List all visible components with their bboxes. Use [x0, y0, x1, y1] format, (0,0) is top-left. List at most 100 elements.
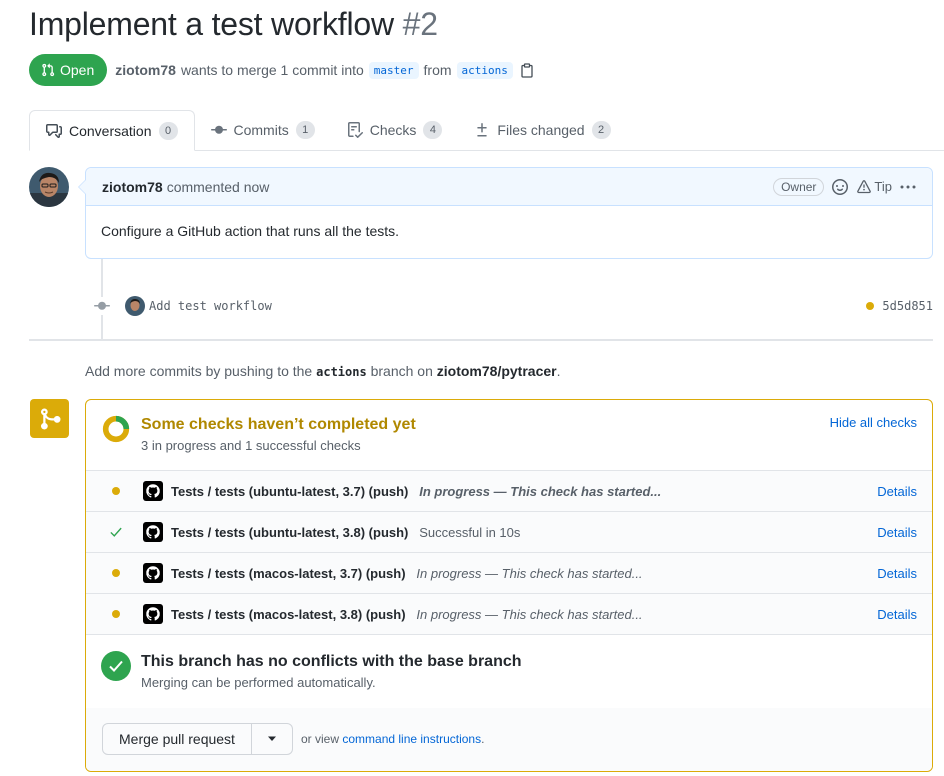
clipboard-icon[interactable]: [521, 62, 533, 78]
check-circle-icon: [101, 651, 131, 681]
check-success-icon: [110, 526, 122, 538]
check-name: Tests / tests (ubuntu-latest, 3.8) (push…: [171, 524, 409, 540]
commit-status: 5d5d851: [866, 299, 933, 313]
head-branch[interactable]: actions: [456, 61, 513, 79]
push-hint-repo[interactable]: ziotom78/pytracer: [437, 363, 557, 379]
cli-period: .: [481, 732, 485, 746]
pr-title-text: Implement a test workflow: [29, 6, 394, 42]
check-item-4: Tests / tests (macos-latest, 3.8) (push)…: [171, 607, 643, 622]
merge-box: Some checks haven’t completed yet 3 in p…: [85, 399, 933, 772]
check-item-2: Tests / tests (ubuntu-latest, 3.8) (push…: [171, 525, 520, 540]
check-details-link[interactable]: Details: [877, 607, 917, 622]
commit-item: Add test workflow 5d5d851: [93, 295, 933, 317]
check-details-link[interactable]: Details: [877, 525, 917, 540]
git-commit-icon: [210, 125, 227, 134]
owner-badge: Owner: [773, 177, 825, 196]
base-branch[interactable]: master: [368, 61, 419, 79]
tab-checks-count: 4: [423, 121, 443, 139]
check-row: Tests / tests (macos-latest, 3.8) (push)…: [86, 594, 932, 635]
tab-commits[interactable]: Commits 1: [195, 110, 331, 150]
tab-files-count: 2: [591, 121, 611, 139]
checklist-icon: [347, 122, 363, 138]
comment-actions: Owner Tip: [773, 177, 916, 196]
merge-button-group: Merge pull request: [102, 723, 293, 755]
timeline-divider: [29, 339, 933, 341]
push-hint-branch: actions: [316, 365, 367, 379]
merge-description: ziotom78 wants to merge 1 commit into ma…: [115, 61, 533, 79]
tab-files-label: Files changed: [497, 122, 585, 138]
checks-title: Some checks haven’t completed yet: [141, 416, 416, 433]
triangle-down-icon: [267, 736, 276, 741]
command-line-instructions-link[interactable]: command line instructions: [342, 732, 481, 746]
tab-commits-label: Commits: [233, 122, 289, 138]
pr-author-link[interactable]: ziotom78: [115, 62, 176, 78]
merge-actions: Merge pull request or view command line …: [86, 708, 932, 771]
git-pull-request-icon: [42, 63, 55, 77]
commit-author-avatar[interactable]: [125, 296, 145, 316]
merge-pull-request-button[interactable]: Merge pull request: [102, 723, 252, 755]
merge-options-dropdown[interactable]: [251, 723, 293, 755]
check-row: Tests / tests (ubuntu-latest, 3.7) (push…: [86, 471, 932, 512]
check-name: Tests / tests (macos-latest, 3.7) (push): [171, 565, 406, 581]
push-hint-middle: branch on: [370, 363, 433, 379]
pr-meta: Open ziotom78 wants to merge 1 commit in…: [29, 54, 533, 86]
check-details-link[interactable]: Details: [877, 484, 917, 499]
commit-sha[interactable]: 5d5d851: [882, 299, 933, 313]
push-hint-suffix: .: [556, 363, 561, 379]
tab-commits-count: 1: [295, 121, 315, 139]
check-description: In progress — This check has started...: [416, 606, 643, 622]
check-details-link[interactable]: Details: [877, 566, 917, 581]
pending-status-icon: [110, 608, 122, 620]
check-name: Tests / tests (macos-latest, 3.8) (push): [171, 606, 406, 622]
check-item-3: Tests / tests (macos-latest, 3.7) (push)…: [171, 566, 643, 581]
tab-checks-label: Checks: [369, 122, 417, 138]
tab-conversation-count: 0: [158, 121, 178, 140]
comment-body: Configure a GitHub action that runs all …: [101, 223, 400, 239]
tab-checks[interactable]: Checks 4: [331, 110, 459, 150]
tab-conversation[interactable]: Conversation 0: [29, 110, 195, 151]
tab-files-changed[interactable]: Files changed 2: [458, 110, 626, 150]
tip-label: Tip: [874, 179, 892, 194]
kebab-menu-icon[interactable]: [900, 179, 916, 195]
pending-status-icon: [110, 567, 122, 579]
git-merge-icon: [30, 399, 69, 438]
check-item-1: Tests / tests (ubuntu-latest, 3.7) (push…: [171, 484, 661, 499]
checks-progress-ring: [102, 415, 130, 443]
check-row: Tests / tests (ubuntu-latest, 3.8) (push…: [86, 512, 932, 553]
github-logo-icon: [143, 522, 163, 542]
commit-message[interactable]: Add test workflow: [149, 299, 272, 313]
check-description: In progress — This check has started...: [419, 483, 662, 499]
hide-all-checks-link[interactable]: Hide all checks: [830, 415, 917, 430]
merge-text: wants to merge 1 commit into: [180, 62, 364, 78]
checks-subtitle: 3 in progress and 1 successful checks: [141, 438, 361, 453]
smiley-icon[interactable]: [832, 178, 849, 195]
checks-summary: Some checks haven’t completed yet 3 in p…: [86, 400, 932, 471]
git-commit-icon: [93, 297, 111, 315]
check-description: Successful in 10s: [419, 524, 521, 540]
push-hint: Add more commits by pushing to the actio…: [85, 363, 560, 379]
author-avatar[interactable]: [29, 167, 69, 207]
state-badge: Open: [29, 54, 108, 86]
cli-instructions: or view command line instructions.: [301, 732, 484, 746]
comment-header: ziotom78 commented now Owner Tip: [86, 168, 932, 206]
pending-status-icon[interactable]: [866, 302, 875, 310]
push-hint-prefix: Add more commits by pushing to the: [85, 363, 313, 379]
conflict-title: This branch has no conflicts with the ba…: [141, 653, 522, 670]
check-name: Tests / tests (ubuntu-latest, 3.7) (push…: [171, 483, 409, 499]
alert-icon: [857, 179, 872, 193]
comment-timestamp: commented now: [166, 178, 270, 195]
conflict-subtitle: Merging can be performed automatically.: [141, 675, 376, 690]
conflict-status: This branch has no conflicts with the ba…: [86, 635, 932, 709]
tip-button[interactable]: Tip: [856, 179, 892, 194]
comment-author[interactable]: ziotom78: [102, 179, 163, 195]
check-row: Tests / tests (macos-latest, 3.7) (push)…: [86, 553, 932, 594]
pr-tabs: Conversation 0 Commits 1 Checks 4 Files …: [29, 110, 944, 151]
github-logo-icon: [143, 481, 163, 501]
or-view-text: or view: [301, 732, 340, 746]
state-label: Open: [60, 62, 95, 78]
pr-title: Implement a test workflow #2: [29, 6, 438, 43]
github-logo-icon: [143, 563, 163, 583]
from-text: from: [423, 62, 452, 78]
pr-comment: ziotom78 commented now Owner Tip Configu…: [78, 167, 933, 259]
check-description: In progress — This check has started...: [416, 565, 643, 581]
